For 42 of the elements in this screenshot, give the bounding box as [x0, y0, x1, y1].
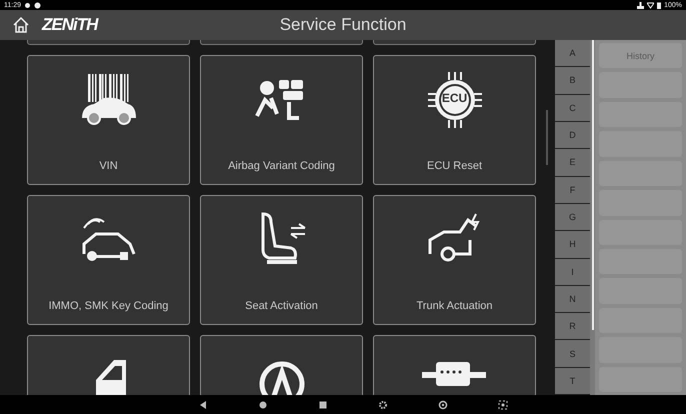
battery-icon	[657, 2, 662, 8]
tile-label: VIN	[99, 160, 118, 172]
home-icon[interactable]	[12, 16, 30, 34]
function-tile[interactable]: Seat Activation	[200, 195, 363, 325]
tile-edge[interactable]	[373, 40, 536, 45]
index-letter[interactable]: D	[555, 122, 590, 150]
index-letter[interactable]: N	[555, 286, 590, 314]
index-letter[interactable]: T	[555, 368, 590, 396]
logo: ZENiTH	[42, 15, 98, 35]
tile-label: Trunk Actuation	[416, 300, 493, 312]
recents-icon[interactable]	[318, 400, 328, 410]
ecu-text: ECU	[440, 91, 468, 105]
function-tile[interactable]: IMMO, SMK Key Coding	[27, 195, 190, 325]
tile-edge[interactable]	[200, 40, 363, 45]
tile-label: Airbag Variant Coding	[228, 160, 335, 172]
history-title[interactable]: History	[599, 43, 682, 68]
function-tile[interactable]: Airbag Variant Coding	[200, 55, 363, 185]
page-title: Service Function	[280, 15, 406, 35]
index-letter[interactable]: F	[555, 176, 590, 204]
browser-icon[interactable]	[438, 400, 448, 410]
index-letter[interactable]: S	[555, 340, 590, 368]
tile-label: Seat Activation	[245, 300, 318, 312]
tile-label: IMMO, SMK Key Coding	[48, 300, 168, 312]
network-icon	[637, 2, 644, 8]
function-tile[interactable]: Trunk Actuation	[373, 195, 536, 325]
index-letter[interactable]: A	[555, 40, 590, 68]
scrollbar	[546, 110, 548, 165]
index-letter[interactable]: C	[555, 94, 590, 122]
screenshot-icon[interactable]	[498, 400, 508, 410]
function-tile[interactable]: VIN	[27, 55, 190, 185]
index-letter[interactable]: R	[555, 313, 590, 340]
back-icon[interactable]	[198, 400, 208, 410]
home-icon[interactable]	[258, 400, 268, 410]
index-letter[interactable]: G	[555, 204, 590, 232]
index-letter[interactable]: I	[555, 258, 590, 286]
tile-label: ECU Reset	[426, 160, 482, 172]
index-letter[interactable]: E	[555, 149, 590, 177]
index-letter[interactable]: B	[555, 67, 590, 95]
tile-edge[interactable]	[27, 40, 190, 45]
index-letter[interactable]: H	[555, 231, 590, 258]
wifi-icon	[647, 2, 654, 8]
function-tile[interactable]: ECU ECU Reset	[373, 55, 536, 185]
